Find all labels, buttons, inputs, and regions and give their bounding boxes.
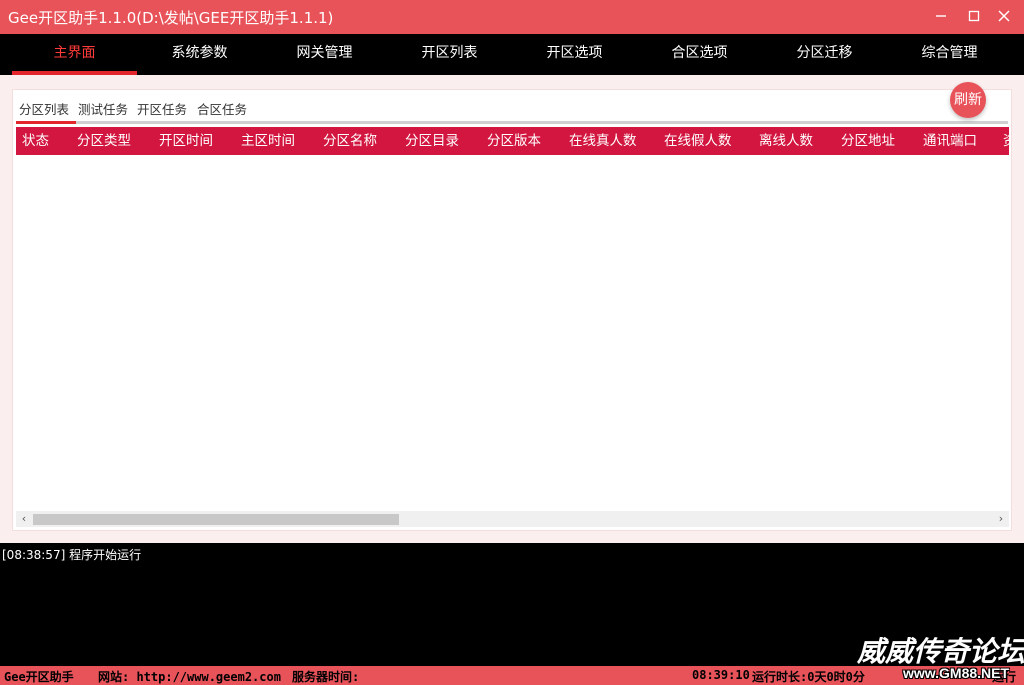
col-partition-version[interactable]: 分区版本: [487, 127, 541, 155]
nav-tab-gateway[interactable]: 网关管理: [262, 34, 387, 75]
maximize-icon[interactable]: [963, 5, 985, 27]
title-bar: Gee开区助手1.1.0(D:\发帖\GEE开区助手1.1.1): [0, 0, 1024, 34]
col-online-real[interactable]: 在线真人数: [569, 127, 637, 155]
status-website: 网站: http://www.geem2.com: [98, 670, 281, 684]
scroll-left-icon[interactable]: ‹: [16, 511, 32, 527]
scroll-right-icon[interactable]: ›: [993, 511, 1009, 527]
scroll-thumb[interactable]: [33, 514, 399, 525]
nav-tab-open-options[interactable]: 开区选项: [512, 34, 637, 75]
col-partial[interactable]: 资: [1003, 127, 1009, 155]
status-bar: Gee开区助手 网站: http://www.geem2.com 服务器时间: …: [0, 666, 1024, 685]
minimize-icon[interactable]: [930, 5, 952, 27]
log-line: [08:38:57] 程序开始运行: [2, 548, 142, 562]
subtab-partition-list[interactable]: 分区列表: [19, 99, 69, 118]
status-app-name: Gee开区助手: [4, 670, 74, 684]
nav-tab-server-list[interactable]: 开区列表: [387, 34, 512, 75]
subtab-merge-tasks[interactable]: 合区任务: [197, 99, 247, 118]
nav-tab-migration[interactable]: 分区迁移: [762, 34, 887, 75]
nav-tab-general[interactable]: 综合管理: [887, 34, 1012, 75]
col-comm-port[interactable]: 通讯端口: [923, 127, 977, 155]
subtab-active-indicator: [16, 121, 76, 124]
subtab-track: [16, 121, 1008, 124]
window-title: Gee开区助手1.1.0(D:\发帖\GEE开区助手1.1.1): [8, 9, 334, 27]
grid-body[interactable]: [16, 155, 1009, 510]
close-icon[interactable]: [993, 5, 1015, 27]
sub-tabs: 分区列表 测试任务 开区任务 合区任务: [13, 90, 1011, 124]
col-status[interactable]: 状态: [22, 127, 49, 155]
partition-panel: 分区列表 测试任务 开区任务 合区任务 刷新 状态 分区类型 开区时间 主区时间…: [12, 82, 1012, 531]
col-partition-dir[interactable]: 分区目录: [405, 127, 459, 155]
nav-tab-merge-options[interactable]: 合区选项: [637, 34, 762, 75]
nav-tab-system-params[interactable]: 系统参数: [137, 34, 262, 75]
refresh-button[interactable]: 刷新: [950, 82, 986, 118]
status-clock: 08:39:10: [692, 668, 750, 682]
main-nav: 主界面 系统参数 网关管理 开区列表 开区选项 合区选项 分区迁移 综合管理: [0, 34, 1024, 75]
subtab-open-tasks[interactable]: 开区任务: [137, 99, 187, 118]
col-open-time[interactable]: 开区时间: [159, 127, 213, 155]
status-uptime: 运行时长:0天0时0分: [752, 670, 865, 684]
col-main-time[interactable]: 主区时间: [241, 127, 295, 155]
status-server-time-label: 服务器时间:: [292, 670, 360, 684]
nav-tab-main[interactable]: 主界面: [12, 34, 137, 75]
log-console[interactable]: [08:38:57] 程序开始运行: [0, 543, 1024, 666]
grid-header: 状态 分区类型 开区时间 主区时间 分区名称 分区目录 分区版本 在线真人数 在…: [16, 127, 1009, 155]
subtab-test-tasks[interactable]: 测试任务: [78, 99, 128, 118]
col-partition-name[interactable]: 分区名称: [323, 127, 377, 155]
col-partition-address[interactable]: 分区地址: [841, 127, 895, 155]
col-online-fake[interactable]: 在线假人数: [664, 127, 732, 155]
col-offline[interactable]: 离线人数: [759, 127, 813, 155]
status-state: 运行: [992, 670, 1017, 684]
col-partition-type[interactable]: 分区类型: [77, 127, 131, 155]
horizontal-scrollbar[interactable]: ‹ ›: [16, 511, 1009, 527]
